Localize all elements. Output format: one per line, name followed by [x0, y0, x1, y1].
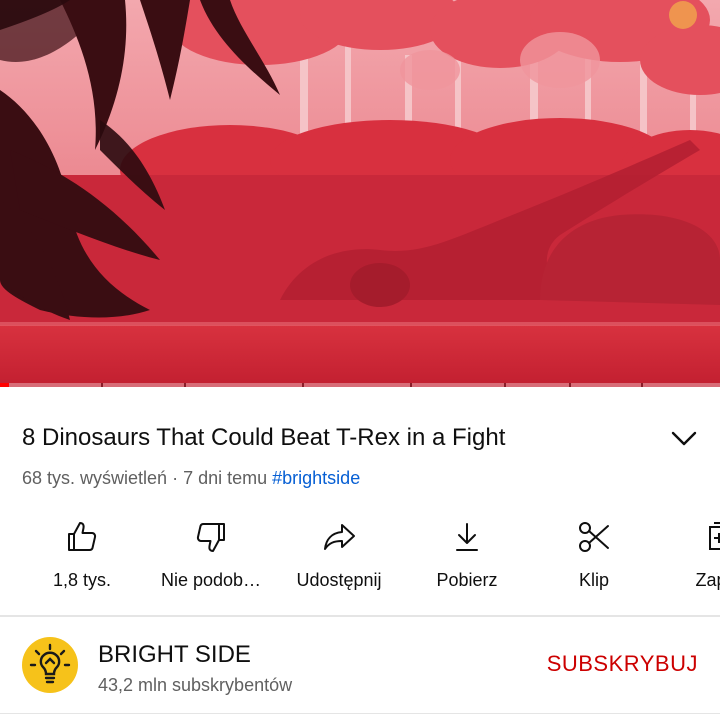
like-button[interactable]: 1,8 tys.: [17, 515, 147, 597]
chapter-marker: [504, 383, 506, 387]
video-progress-fill: [0, 383, 9, 387]
thumb-down-icon: [196, 523, 225, 552]
video-meta: 68 tys. wyświetleń · 7 dni temu #brights…: [22, 467, 360, 489]
view-count: 68 tys. wyświetleń: [22, 468, 168, 488]
download-label: Pobierz: [436, 570, 498, 590]
chevron-down-icon: [671, 431, 697, 446]
download-button[interactable]: Pobierz: [402, 515, 532, 597]
chapter-marker: [569, 383, 571, 387]
download-icon: [456, 523, 478, 551]
save-playlist-icon: [709, 522, 720, 550]
chapter-marker: [302, 383, 304, 387]
dislike-label: Nie podob…: [160, 570, 262, 590]
expand-description-button[interactable]: [666, 425, 702, 453]
subscriber-count: 43,2 mln subskrybentów: [98, 675, 293, 695]
chapter-marker: [184, 383, 186, 387]
video-frame: [0, 0, 720, 387]
save-label: Zapisz: [695, 570, 720, 590]
channel-name[interactable]: BRIGHT SIDE: [98, 641, 251, 669]
subscribe-button[interactable]: SUBSKRYBUJ: [547, 651, 698, 677]
chapter-marker: [410, 383, 412, 387]
thumb-up-icon: [68, 522, 97, 551]
chapter-marker: [641, 383, 643, 387]
like-count: 1,8 tys.: [52, 570, 112, 590]
upload-age: 7 dni temu: [183, 468, 268, 488]
action-bar: 1,8 tys. Nie podob… Udostępnij Pobierz K…: [0, 515, 720, 597]
dislike-button[interactable]: Nie podob…: [146, 515, 276, 597]
lightbulb-icon: [29, 643, 71, 684]
meta-separator: ·: [167, 468, 184, 488]
scissors-icon: [579, 522, 609, 552]
hashtag-link[interactable]: #brightside: [272, 468, 360, 488]
clip-button[interactable]: Klip: [529, 515, 659, 597]
video-progress-bar[interactable]: [0, 383, 720, 387]
chapter-marker: [101, 383, 103, 387]
share-label: Udostępnij: [296, 570, 382, 590]
title-row[interactable]: 8 Dinosaurs That Could Beat T-Rex in a F…: [22, 423, 702, 453]
video-title: 8 Dinosaurs That Could Beat T-Rex in a F…: [22, 424, 506, 451]
clip-label: Klip: [578, 570, 609, 590]
share-button[interactable]: Udostępnij: [274, 515, 404, 597]
channel-row[interactable]: BRIGHT SIDE 43,2 mln subskrybentów SUBSK…: [0, 617, 720, 714]
save-button[interactable]: Zapisz: [657, 515, 720, 597]
share-icon: [324, 524, 355, 550]
channel-avatar[interactable]: [22, 637, 78, 693]
video-player[interactable]: [0, 0, 720, 387]
